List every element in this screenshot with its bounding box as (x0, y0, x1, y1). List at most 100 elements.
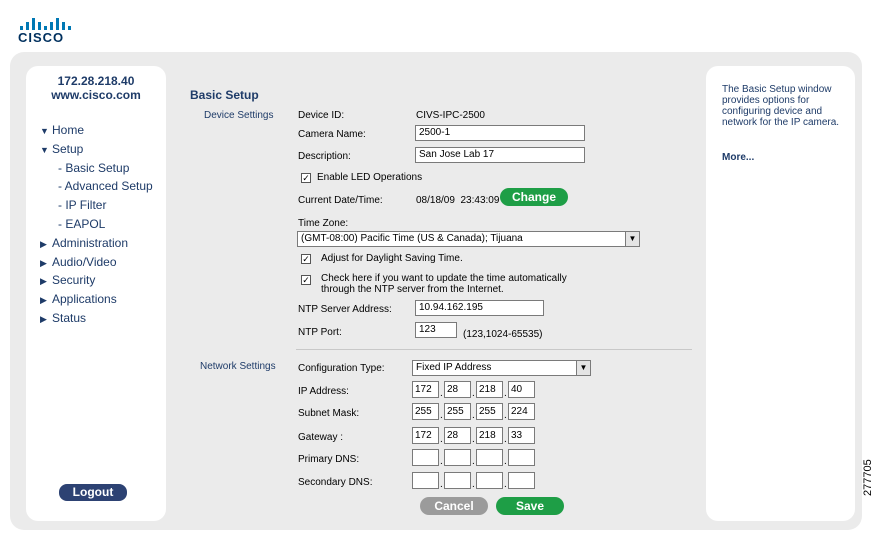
subnet-octet-4[interactable]: 224 (508, 403, 535, 420)
nav-item-advanced-setup[interactable]: - Advanced Setup (40, 177, 153, 196)
camera-name-label: Camera Name: (298, 129, 366, 140)
nav-item-eapol[interactable]: - EAPOL (40, 215, 153, 234)
octet-separator: . (472, 388, 475, 399)
collapsed-arrow-icon: ▶ (40, 276, 47, 287)
nav-item-home[interactable]: ▼ Home (40, 121, 153, 140)
collapsed-arrow-icon: ▶ (40, 238, 47, 249)
dns2-octet-2[interactable] (444, 472, 471, 489)
secondary-dns-label: Secondary DNS: (298, 477, 373, 488)
octet-separator: . (504, 388, 507, 399)
ip-address-label: IP Address: (298, 386, 349, 397)
octet-separator: . (504, 479, 507, 490)
config-type-value: Fixed IP Address (416, 362, 492, 373)
time-zone-label: Time Zone: (298, 218, 349, 229)
octet-separator: . (472, 456, 475, 467)
expanded-arrow-icon: ▼ (40, 126, 49, 136)
ip-octet-1[interactable]: 172 (412, 381, 439, 398)
ip-octet-2[interactable]: 28 (444, 381, 471, 398)
collapsed-arrow-icon: ▶ (40, 257, 47, 268)
config-type-select[interactable]: Fixed IP Address ▼ (412, 360, 591, 376)
logout-button[interactable]: Logout (59, 484, 127, 501)
dns1-octet-4[interactable] (508, 449, 535, 466)
ntp-auto-update-label-line2: through the NTP server from the Internet… (321, 284, 504, 295)
ntp-port-hint: (123,1024-65535) (463, 329, 543, 340)
dropdown-arrow-icon[interactable]: ▼ (625, 232, 639, 246)
subnet-octet-2[interactable]: 255 (444, 403, 471, 420)
gateway-octet-4[interactable]: 33 (508, 427, 535, 444)
daylight-saving-label: Adjust for Daylight Saving Time. (321, 253, 463, 264)
device-host: www.cisco.com (51, 88, 141, 102)
nav-item-setup[interactable]: ▼ Setup (40, 140, 153, 159)
nav-item-security[interactable]: ▶ Security (40, 271, 153, 290)
main-content: Basic Setup Device Settings Device ID: C… (174, 66, 700, 521)
nav-item-status[interactable]: ▶ Status (40, 309, 153, 328)
subnet-octet-3[interactable]: 255 (476, 403, 503, 420)
octet-separator: . (504, 410, 507, 421)
octet-separator: . (472, 479, 475, 490)
nav-item-ip-filter[interactable]: - IP Filter (40, 196, 153, 215)
gateway-label: Gateway : (298, 432, 344, 443)
time-zone-value: (GMT-08:00) Pacific Time (US & Canada); … (301, 233, 523, 244)
device-id-value: CIVS-IPC-2500 (416, 110, 485, 121)
nav-menu: ▼ Home ▼ Setup - Basic Setup - Advanced Se… (40, 121, 153, 328)
dns2-octet-4[interactable] (508, 472, 535, 489)
ip-octet-4[interactable]: 40 (508, 381, 535, 398)
left-nav-panel: 172.28.218.40 www.cisco.com ▼ Home ▼ Setup… (26, 66, 166, 521)
enable-led-checkbox[interactable]: ✓ (301, 173, 311, 183)
change-datetime-button[interactable]: Change (500, 188, 568, 206)
octet-separator: . (440, 479, 443, 490)
device-ip: 172.28.218.40 (57, 74, 135, 88)
more-link[interactable]: More... (722, 152, 754, 163)
nav-item-audio-video[interactable]: ▶ Audio/Video (40, 253, 153, 272)
help-panel: The Basic Setup window provides options … (706, 66, 855, 521)
camera-name-input[interactable]: 2500-1 (415, 125, 585, 141)
ntp-server-label: NTP Server Address: (298, 304, 392, 315)
octet-separator: . (504, 456, 507, 467)
save-button[interactable]: Save (496, 497, 564, 515)
nav-item-applications[interactable]: ▶ Applications (40, 290, 153, 309)
gateway-octet-3[interactable]: 218 (476, 427, 503, 444)
device-id-label: Device ID: (298, 110, 345, 121)
ntp-port-label: NTP Port: (298, 327, 342, 338)
logo-text: CISCO (18, 30, 65, 45)
daylight-saving-checkbox[interactable]: ✓ (301, 254, 311, 264)
octet-separator: . (440, 434, 443, 445)
dns1-octet-2[interactable] (444, 449, 471, 466)
current-datetime-value: 08/18/09 23:43:09 (416, 195, 500, 206)
primary-dns-label: Primary DNS: (298, 454, 360, 465)
time-zone-select[interactable]: (GMT-08:00) Pacific Time (US & Canada); … (297, 231, 640, 247)
cisco-logo: CISCO (18, 12, 78, 46)
ntp-port-input[interactable]: 123 (415, 322, 457, 338)
dns2-octet-1[interactable] (412, 472, 439, 489)
current-datetime-label: Current Date/Time: (298, 195, 383, 206)
subnet-octet-1[interactable]: 255 (412, 403, 439, 420)
dns2-octet-3[interactable] (476, 472, 503, 489)
dns1-octet-1[interactable] (412, 449, 439, 466)
gateway-octet-1[interactable]: 172 (412, 427, 439, 444)
dns1-octet-3[interactable] (476, 449, 503, 466)
octet-separator: . (440, 456, 443, 467)
nav-item-basic-setup[interactable]: - Basic Setup (40, 159, 153, 178)
octet-separator: . (440, 388, 443, 399)
ntp-server-input[interactable]: 10.94.162.195 (415, 300, 544, 316)
description-input[interactable]: San Jose Lab 17 (415, 147, 585, 163)
cancel-button[interactable]: Cancel (420, 497, 488, 515)
enable-led-label: Enable LED Operations (317, 172, 423, 183)
expanded-arrow-icon: ▼ (40, 144, 49, 155)
section-divider (296, 349, 692, 350)
gateway-octet-2[interactable]: 28 (444, 427, 471, 444)
figure-number: 277705 (862, 459, 874, 496)
ntp-auto-update-checkbox[interactable]: ✓ (301, 275, 311, 285)
collapsed-arrow-icon: ▶ (40, 295, 47, 306)
nav-item-administration[interactable]: ▶ Administration (40, 234, 153, 253)
ip-octet-3[interactable]: 218 (476, 381, 503, 398)
collapsed-arrow-icon: ▶ (40, 313, 47, 324)
octet-separator: . (472, 434, 475, 445)
device-settings-heading: Device Settings (204, 110, 274, 121)
network-settings-heading: Network Settings (200, 361, 276, 372)
description-label: Description: (298, 151, 351, 162)
subnet-mask-label: Subnet Mask: (298, 408, 360, 419)
dropdown-arrow-icon[interactable]: ▼ (576, 361, 590, 375)
octet-separator: . (504, 434, 507, 445)
config-type-label: Configuration Type: (298, 363, 385, 374)
